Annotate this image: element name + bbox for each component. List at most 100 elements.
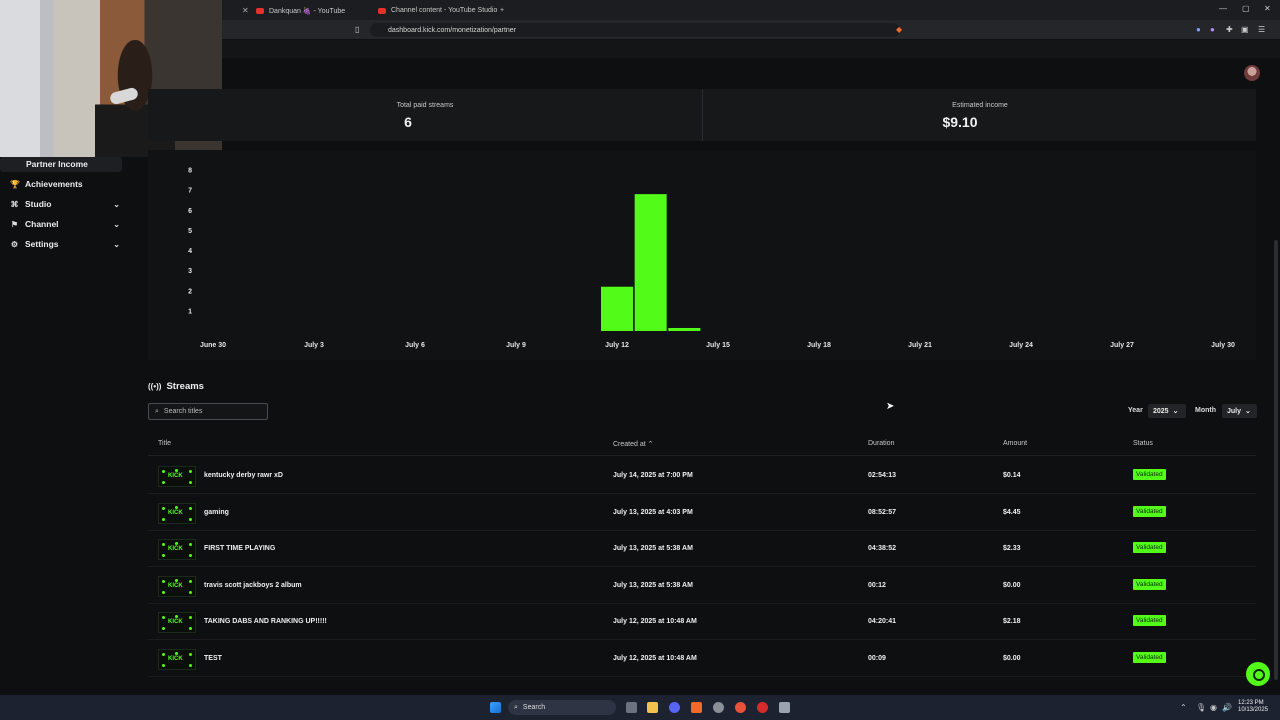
- task-view-icon[interactable]: [626, 702, 637, 713]
- stream-thumbnail[interactable]: KICK: [158, 502, 196, 524]
- stream-amount: $0.00: [1003, 581, 1021, 589]
- column-header-duration[interactable]: Duration: [868, 440, 894, 447]
- stream-thumbnail[interactable]: KICK: [158, 466, 196, 487]
- chevron-up-icon[interactable]: ⌃: [1180, 703, 1187, 712]
- stream-title[interactable]: TEST: [204, 655, 222, 662]
- status-badge: Validated: [1133, 578, 1166, 590]
- year-select[interactable]: 2025 ⌄: [1148, 404, 1186, 418]
- column-header-title[interactable]: Title: [158, 440, 171, 447]
- sidebar-item-partner-income[interactable]: Partner Income: [26, 159, 136, 169]
- firefox-icon[interactable]: [735, 702, 746, 713]
- stream-title[interactable]: FIRST TIME PLAYING: [204, 545, 275, 552]
- sidebar-item-achievements[interactable]: 🏆 Achievements: [10, 179, 120, 189]
- table-row[interactable]: KICK kentucky derby rawr xD July 14, 2025 …: [148, 458, 1256, 494]
- opera-icon[interactable]: [757, 702, 768, 713]
- youtube-icon: [378, 7, 386, 14]
- chevron-down-icon: ⌄: [1172, 408, 1179, 415]
- y-tick-label: 4: [188, 248, 192, 255]
- browser-tab-youtube[interactable]: Dankquan 🍇 - YouTube: [248, 2, 353, 19]
- year-label: Year: [1128, 407, 1143, 414]
- thumbnail-dot: [175, 615, 178, 618]
- url-field[interactable]: dashboard.kick.com/monetization/partner: [370, 23, 900, 37]
- discord-icon[interactable]: [669, 702, 680, 713]
- avatar[interactable]: [1244, 65, 1260, 81]
- chart-bar[interactable]: [634, 194, 667, 331]
- estimated-income-value: $9.10: [942, 114, 978, 130]
- stream-duration: 00:09: [868, 654, 886, 662]
- brave-shield-icon[interactable]: ◆: [896, 25, 902, 34]
- month-label: Month: [1195, 407, 1216, 414]
- stream-thumbnail[interactable]: KICK: [158, 575, 196, 597]
- close-window-icon[interactable]: ✕: [1264, 4, 1271, 13]
- extension-icon[interactable]: ●: [1196, 25, 1201, 34]
- thumbnail-dot: [189, 663, 192, 667]
- thumbnail-dot: [189, 481, 192, 484]
- stream-title[interactable]: travis scott jackboys 2 album: [204, 582, 302, 589]
- sidebar-item-settings[interactable]: ⚙ Settings ⌄: [10, 239, 120, 249]
- network-icon[interactable]: ◉: [1210, 703, 1217, 712]
- y-tick-label: 1: [188, 308, 192, 315]
- x-tick-label: June 30: [200, 342, 226, 349]
- chart-bar[interactable]: [668, 327, 701, 331]
- brave-browser-icon[interactable]: [691, 702, 702, 713]
- taskbar-search[interactable]: ⌕ Search: [508, 700, 616, 715]
- sidebar-item-channel[interactable]: ⚑ Channel ⌄: [10, 219, 120, 229]
- browser-tab-youtube-studio[interactable]: Channel content - YouTube Studio: [370, 2, 505, 19]
- column-header-label: Created at: [613, 441, 646, 448]
- steam-icon[interactable]: [713, 702, 724, 713]
- help-chat-button[interactable]: [1246, 662, 1270, 686]
- thumbnail-dot: [189, 616, 192, 619]
- menu-icon[interactable]: ☰: [1258, 25, 1265, 34]
- column-header-status[interactable]: Status: [1133, 440, 1153, 447]
- restore-icon[interactable]: ▢: [1242, 4, 1250, 13]
- table-row[interactable]: KICK gaming July 13, 2025 at 4:03 PM 08:52:…: [148, 495, 1256, 531]
- stream-title[interactable]: gaming: [204, 509, 229, 516]
- file-explorer-icon[interactable]: [647, 702, 658, 713]
- table-row[interactable]: KICK TAKING DABS AND RANKING UP!!!!! July …: [148, 604, 1256, 640]
- app-icon[interactable]: [779, 702, 790, 713]
- windows-start-icon[interactable]: [490, 702, 501, 713]
- chevron-down-icon: ⌄: [113, 199, 120, 209]
- stream-thumbnail[interactable]: KICK: [158, 612, 196, 633]
- column-header-created-at[interactable]: Created at ⌃: [613, 440, 654, 448]
- youtube-icon: [256, 7, 264, 14]
- clock-date[interactable]: 10/13/2025: [1238, 707, 1268, 713]
- y-tick-label: 7: [188, 188, 192, 195]
- puzzle-icon[interactable]: ✚: [1226, 25, 1233, 34]
- sort-ascending-icon: ⌃: [647, 441, 654, 448]
- stream-title[interactable]: TAKING DABS AND RANKING UP!!!!!: [204, 618, 327, 625]
- gear-icon: ⚙: [10, 239, 19, 249]
- thumbnail-dot: [189, 627, 192, 630]
- microphone-icon[interactable]: 🎙: [1196, 703, 1206, 712]
- sidebar-item-label: Studio: [25, 199, 52, 209]
- thumbnail-dot: [162, 470, 165, 473]
- y-tick-label: 2: [188, 288, 192, 295]
- table-row[interactable]: KICK travis scott jackboys 2 album July 13…: [148, 568, 1256, 604]
- chart-bar[interactable]: [601, 286, 633, 331]
- month-select[interactable]: July ⌄: [1222, 404, 1257, 418]
- sidebar-item-studio[interactable]: ⌘ Studio ⌄: [10, 199, 121, 209]
- search-input[interactable]: ⌕ Search titles: [148, 403, 268, 420]
- table-row[interactable]: KICK TEST July 12, 2025 at 10:48 AM 00:09 $0…: [148, 641, 1256, 677]
- search-icon: ⌕: [514, 703, 518, 711]
- kick-logo-text: KICK: [168, 619, 183, 625]
- stream-amount: $0.14: [1003, 472, 1021, 479]
- extension-icon[interactable]: ●: [1210, 25, 1215, 34]
- x-tick-label: July 3: [304, 342, 324, 349]
- column-header-amount[interactable]: Amount: [1003, 440, 1027, 447]
- page-scrollbar[interactable]: [1274, 240, 1278, 680]
- table-row[interactable]: KICK FIRST TIME PLAYING July 13, 2025 at 5…: [148, 531, 1256, 567]
- channel-icon: ⚑: [10, 219, 19, 229]
- new-tab-button[interactable]: +: [492, 2, 512, 19]
- minimize-icon[interactable]: —: [1219, 4, 1227, 13]
- volume-icon[interactable]: 🔊: [1222, 703, 1232, 712]
- bookmark-icon[interactable]: ▯: [355, 25, 359, 34]
- sidebar-toggle-icon[interactable]: ▣: [1241, 25, 1249, 34]
- stream-amount: $0.00: [1003, 654, 1021, 662]
- stream-thumbnail[interactable]: KICK: [158, 648, 196, 670]
- studio-icon: ⌘: [10, 199, 19, 209]
- close-tab-icon[interactable]: ✕: [228, 2, 257, 19]
- stream-thumbnail[interactable]: KICK: [158, 539, 196, 560]
- stream-title[interactable]: kentucky derby rawr xD: [204, 472, 283, 479]
- clock-time[interactable]: 12:23 PM: [1238, 700, 1264, 707]
